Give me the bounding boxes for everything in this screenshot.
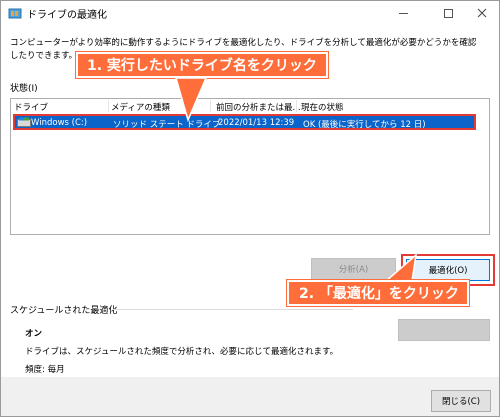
close-button[interactable]: 閉じる(C) <box>431 390 491 412</box>
column-header-drive[interactable]: ドライブ <box>14 101 48 113</box>
schedule-frequency: 頻度: 毎月 <box>25 365 65 375</box>
status-label: 状態(I) <box>10 84 38 94</box>
maximize-button[interactable] <box>429 1 467 25</box>
close-window-button[interactable] <box>463 1 500 25</box>
window-title: ドライブの最適化 <box>27 10 107 21</box>
callout-arrow-1 <box>175 78 207 122</box>
list-header: ドライブ メディアの種類 前回の分析または最... 現在の状態 <box>11 99 489 113</box>
title-bar[interactable]: ドライブの最適化 <box>1 1 499 25</box>
table-row[interactable]: Windows (C:) ソリッド ステート ドライブ 2022/01/13 1… <box>13 114 476 130</box>
column-header-last-analyzed[interactable]: 前回の分析または最... <box>216 101 301 113</box>
footer <box>1 377 499 416</box>
schedule-description: ドライブは、スケジュールされた頻度で分析され、必要に応じて最適化されます。 <box>25 347 339 357</box>
maximize-icon <box>443 8 453 18</box>
drive-icon <box>17 117 31 127</box>
column-divider <box>108 100 109 112</box>
close-icon <box>477 8 487 18</box>
cell-last-analyzed: 2022/01/13 12:39 <box>218 118 295 128</box>
schedule-divider <box>113 309 353 310</box>
drive-list[interactable]: ドライブ メディアの種類 前回の分析または最... 現在の状態 Windows … <box>10 98 490 235</box>
minimize-icon <box>398 12 408 14</box>
schedule-state: オン <box>25 329 43 339</box>
callout-step-2: 2. 「最適化」をクリック <box>287 280 469 306</box>
callout-step-1: 1. 実行したいドライブ名をクリック <box>76 52 328 78</box>
settings-button[interactable] <box>398 319 490 341</box>
schedule-title: スケジュールされた最適化 <box>10 306 118 316</box>
column-divider <box>296 100 297 112</box>
defrag-app-icon <box>8 8 22 19</box>
cell-status: OK (最後に実行してから 12 日) <box>303 120 426 130</box>
minimize-button[interactable] <box>384 1 422 25</box>
column-header-status[interactable]: 現在の状態 <box>301 101 344 113</box>
cell-drive: Windows (C:) <box>31 118 88 128</box>
